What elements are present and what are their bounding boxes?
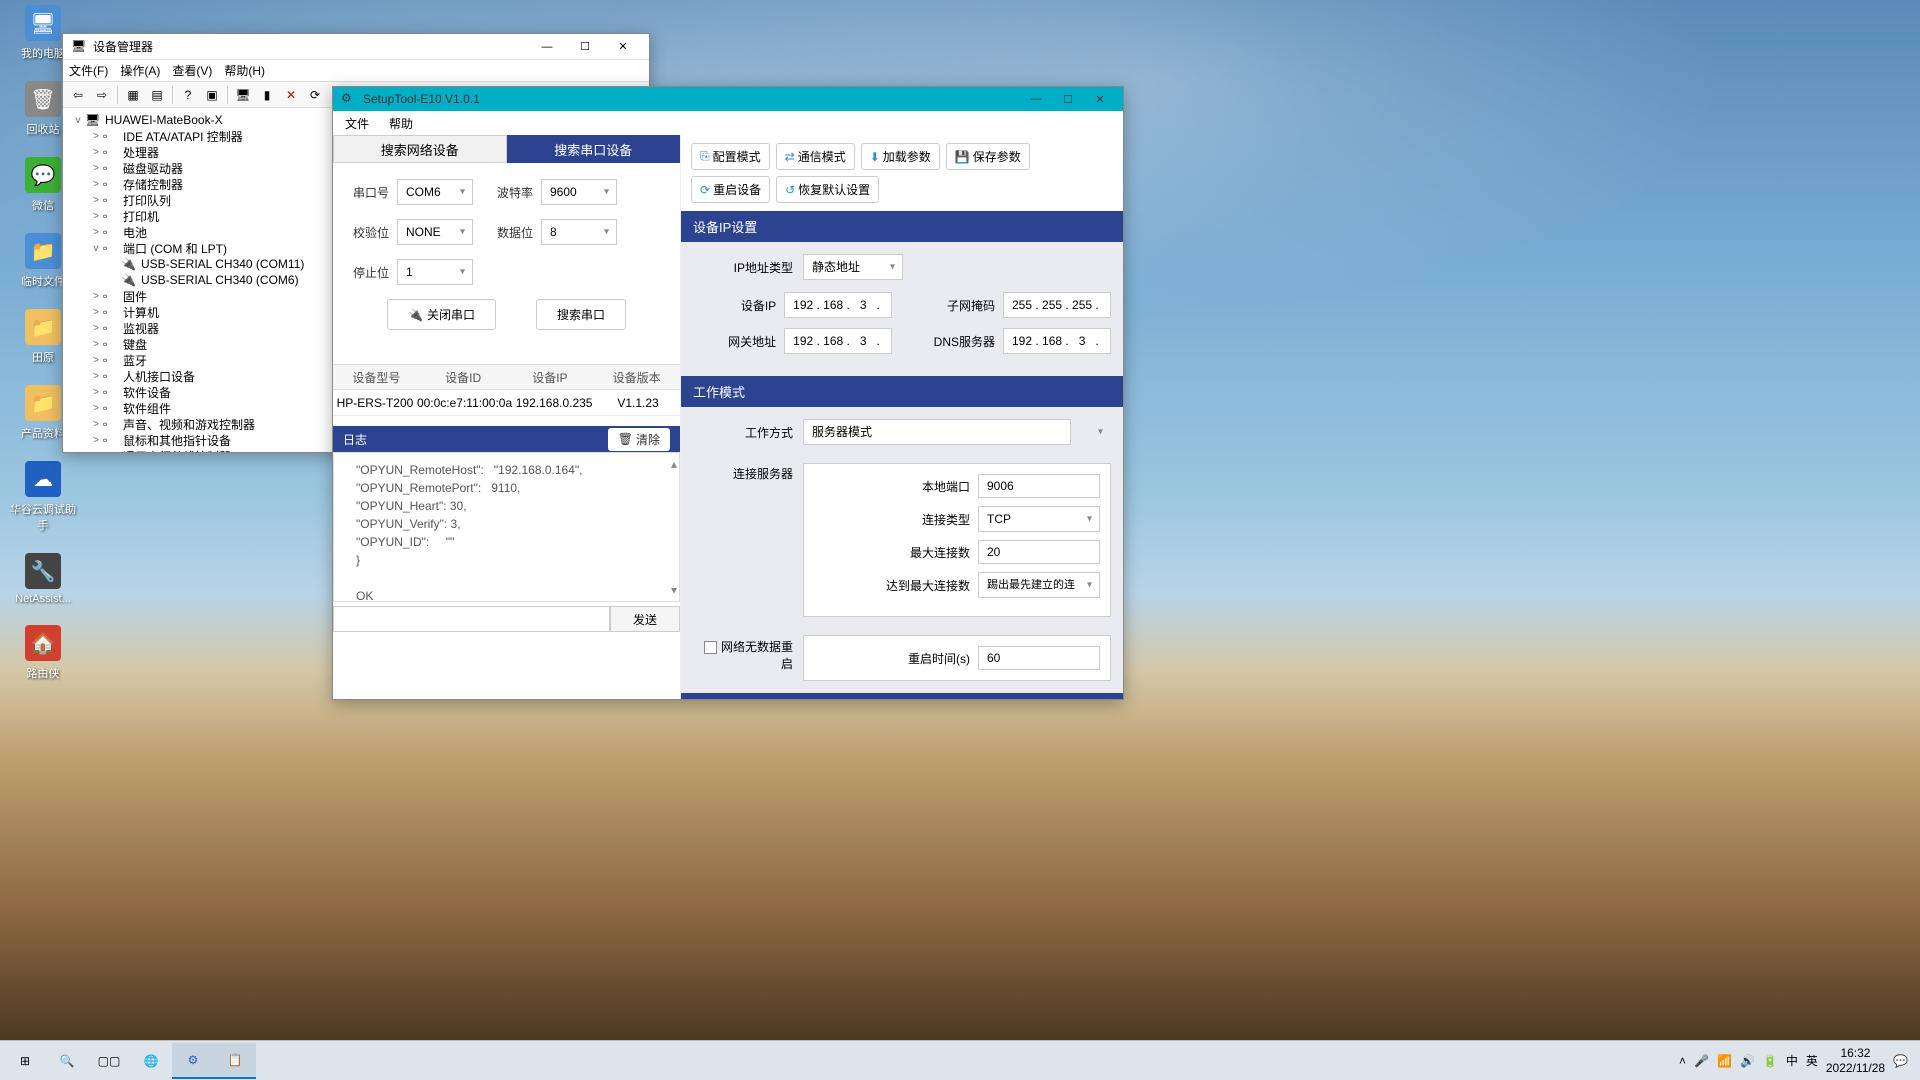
tb-help[interactable]: ? <box>177 85 199 105</box>
menu-action[interactable]: 操作(A) <box>120 62 160 79</box>
tray-wifi-icon[interactable]: 📶 <box>1717 1054 1732 1068</box>
setup-maximize-button[interactable]: ☐ <box>1053 89 1083 109</box>
tray-mic-icon[interactable]: 🎤 <box>1694 1054 1709 1068</box>
tb-btn1[interactable]: ▦ <box>122 85 144 105</box>
config-button[interactable]: 💾保存参数 <box>946 143 1030 170</box>
trash-icon: 🗑 <box>618 432 633 446</box>
work-mode-select[interactable]: 服务器模式 <box>803 419 1071 445</box>
tb-app2[interactable]: 📋 <box>214 1043 256 1079</box>
menu-view[interactable]: 查看(V) <box>172 62 212 79</box>
start-button[interactable]: ⊞ <box>4 1043 46 1079</box>
tb-app1[interactable]: ⚙ <box>172 1043 214 1079</box>
tray-clock[interactable]: 16:32 2022/11/28 <box>1826 1046 1885 1075</box>
tray-lang2[interactable]: 英 <box>1806 1052 1818 1069</box>
com-select[interactable]: COM6 <box>397 179 473 205</box>
setup-icon: ⚙ <box>341 91 357 107</box>
subnet-mask-input[interactable] <box>1003 292 1111 318</box>
setup-window: ⚙ SetupTool-E10 V1.0.1 — ☐ ✕ 文件 帮助 搜索网络设… <box>332 86 1124 700</box>
tb-refresh[interactable]: ⟳ <box>304 85 326 105</box>
tray-chevron-icon[interactable]: ˄ <box>1679 1054 1686 1068</box>
menu-help[interactable]: 帮助(H) <box>224 62 265 79</box>
devmgr-menubar: 文件(F) 操作(A) 查看(V) 帮助(H) <box>63 60 649 82</box>
plug-icon: 🔌 <box>408 308 423 322</box>
setup-titlebar[interactable]: ⚙ SetupTool-E10 V1.0.1 — ☐ ✕ <box>333 87 1123 111</box>
devmgr-titlebar[interactable]: 🖥 设备管理器 — ☐ ✕ <box>63 34 649 60</box>
log-header: 日志 🗑清除 <box>333 426 680 452</box>
tb-scan[interactable]: 🖥 <box>232 85 254 105</box>
conn-type-select[interactable]: TCP <box>978 506 1100 532</box>
menu-file[interactable]: 文件(F) <box>69 62 108 79</box>
setup-right-panel: ⎘配置模式⇄通信模式⬇加载参数💾保存参数⟳重启设备↺恢复默认设置 设备IP设置 … <box>681 135 1123 699</box>
on-max-select[interactable]: 踢出最先建立的连接 <box>978 572 1100 598</box>
system-tray: ˄ 🎤 📶 🔊 🔋 中 英 16:32 2022/11/28 💬 <box>1671 1046 1916 1075</box>
setup-minimize-button[interactable]: — <box>1021 89 1051 109</box>
setup-menu-help[interactable]: 帮助 <box>389 115 413 132</box>
tb-edge[interactable]: 🌐 <box>130 1043 172 1079</box>
tb-fwd[interactable]: ⇨ <box>91 85 113 105</box>
taskview-button[interactable]: ▢▢ <box>88 1043 130 1079</box>
desktop-icon-netassist[interactable]: 🔧NetAssist... <box>8 553 78 605</box>
taskbar: ⊞ 🔍 ▢▢ 🌐 ⚙ 📋 ˄ 🎤 📶 🔊 🔋 中 英 16:32 2022/11… <box>0 1040 1920 1080</box>
tab-serial-search[interactable]: 搜索串口设备 <box>507 135 681 163</box>
gateway-input[interactable] <box>784 328 892 354</box>
search-serial-button[interactable]: 搜索串口 <box>536 299 626 330</box>
tab-network-search[interactable]: 搜索网络设备 <box>333 135 507 163</box>
tb-btn4[interactable]: ▣ <box>201 85 223 105</box>
device-ip-input[interactable] <box>784 292 892 318</box>
send-input[interactable] <box>333 606 610 632</box>
log-body[interactable]: ▴▾ "OPYUN_RemoteHost": "192.168.0.164", … <box>333 452 680 602</box>
device-table: 设备型号 设备ID 设备IP 设备版本 HP-ERS-T200 00:0c:e7… <box>333 364 680 416</box>
setup-left-panel: 搜索网络设备 搜索串口设备 串口号COM6 波特率9600 校验位NONE 数据… <box>333 135 681 699</box>
setup-menubar: 文件 帮助 <box>333 111 1123 135</box>
desktop-icon-cloud[interactable]: ☁华谷云调试助手 <box>8 461 78 533</box>
config-button[interactable]: ⎘配置模式 <box>691 143 770 170</box>
tray-battery-icon[interactable]: 🔋 <box>1763 1054 1778 1068</box>
no-data-restart-checkbox[interactable] <box>704 641 717 654</box>
serial-section-header: 串口参数设置 <box>681 693 1123 699</box>
databits-select[interactable]: 8 <box>541 219 617 245</box>
devmgr-title-text: 设备管理器 <box>93 38 529 55</box>
config-button[interactable]: ⟳重启设备 <box>691 176 770 203</box>
restart-time-input[interactable] <box>978 646 1100 670</box>
baud-select[interactable]: 9600 <box>541 179 617 205</box>
close-serial-button[interactable]: 🔌关闭串口 <box>387 299 496 330</box>
send-button[interactable]: 发送 <box>610 606 680 632</box>
devmgr-icon: 🖥 <box>71 39 87 55</box>
config-button[interactable]: ⇄通信模式 <box>776 143 855 170</box>
ip-type-select[interactable]: 静态地址 <box>803 254 903 280</box>
setup-close-button[interactable]: ✕ <box>1085 89 1115 109</box>
setup-menu-file[interactable]: 文件 <box>345 115 369 132</box>
tray-notification-icon[interactable]: 💬 <box>1893 1054 1908 1068</box>
maximize-button[interactable]: ☐ <box>567 36 603 58</box>
tb-remove[interactable]: ✕ <box>280 85 302 105</box>
tb-back[interactable]: ⇦ <box>67 85 89 105</box>
log-clear-button[interactable]: 🗑清除 <box>608 428 670 451</box>
setup-title-text: SetupTool-E10 V1.0.1 <box>363 92 1021 106</box>
tray-lang1[interactable]: 中 <box>1786 1052 1798 1069</box>
max-conn-input[interactable] <box>978 540 1100 564</box>
dns-input[interactable] <box>1003 328 1111 354</box>
work-section-header: 工作模式 <box>681 376 1123 407</box>
config-button[interactable]: ↺恢复默认设置 <box>776 176 879 203</box>
tb-btn6[interactable]: ▮ <box>256 85 278 105</box>
ip-section-header: 设备IP设置 <box>681 211 1123 242</box>
minimize-button[interactable]: — <box>529 36 565 58</box>
config-button[interactable]: ⬇加载参数 <box>861 143 940 170</box>
device-row[interactable]: HP-ERS-T200 00:0c:e7:11:00:0a 192.168.0.… <box>333 390 680 416</box>
desktop-icon-router[interactable]: 🏠路由侠 <box>8 625 78 681</box>
tb-btn2[interactable]: ▤ <box>146 85 168 105</box>
local-port-input[interactable] <box>978 474 1100 498</box>
parity-select[interactable]: NONE <box>397 219 473 245</box>
stopbits-select[interactable]: 1 <box>397 259 473 285</box>
tray-volume-icon[interactable]: 🔊 <box>1740 1054 1755 1068</box>
close-button[interactable]: ✕ <box>605 36 641 58</box>
search-button[interactable]: 🔍 <box>46 1043 88 1079</box>
